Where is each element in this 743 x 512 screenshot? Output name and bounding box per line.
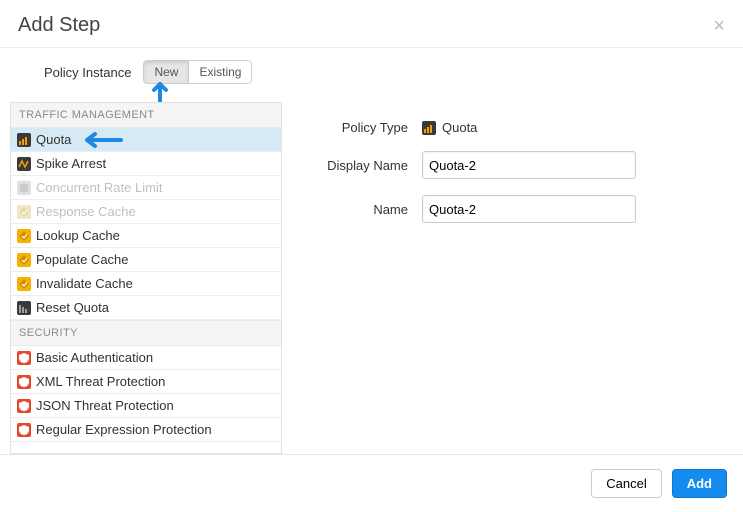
name-input[interactable] bbox=[422, 195, 636, 223]
add-step-modal: Add Step × Policy Instance New Existing … bbox=[0, 0, 743, 512]
policy-item-basic-authentication[interactable]: Basic Authentication bbox=[11, 346, 281, 370]
cancel-button[interactable]: Cancel bbox=[591, 469, 661, 498]
modal-title: Add Step bbox=[18, 14, 713, 37]
modal-header: Add Step × bbox=[0, 0, 743, 48]
policy-item-label: Regular Expression Protection bbox=[36, 422, 212, 437]
policy-item-label: Invalidate Cache bbox=[36, 276, 133, 291]
policy-item-quota[interactable]: Quota bbox=[11, 128, 281, 152]
policy-item-label: Spike Arrest bbox=[36, 156, 106, 171]
policy-list: TRAFFIC MANAGEMENT Quota Spike Arrest Co… bbox=[10, 102, 282, 454]
regular-expression-protection-icon bbox=[17, 423, 31, 437]
toggle-new-button[interactable]: New bbox=[143, 60, 189, 84]
section-security: SECURITY bbox=[11, 320, 281, 346]
policy-form: Policy Type Quota Display Name Name bbox=[282, 102, 733, 454]
display-name-label: Display Name bbox=[312, 158, 408, 173]
spike-arrest-icon bbox=[17, 157, 31, 171]
policy-item-populate-cache[interactable]: Populate Cache bbox=[11, 248, 281, 272]
basic-authentication-icon bbox=[17, 351, 31, 365]
policy-item-label: Concurrent Rate Limit bbox=[36, 180, 162, 195]
invalidate-cache-icon bbox=[17, 277, 31, 291]
policy-item-label: Response Cache bbox=[36, 204, 136, 219]
policy-item-invalidate-cache[interactable]: Invalidate Cache bbox=[11, 272, 281, 296]
policy-type-label: Policy Type bbox=[312, 120, 408, 135]
section-traffic-management: TRAFFIC MANAGEMENT bbox=[11, 103, 281, 128]
policy-item-concurrent-rate-limit: Concurrent Rate Limit bbox=[11, 176, 281, 200]
quota-icon bbox=[17, 133, 31, 147]
annotation-arrow-quota bbox=[81, 131, 125, 149]
policy-item-spike-arrest[interactable]: Spike Arrest bbox=[11, 152, 281, 176]
policy-item-label: XML Threat Protection bbox=[36, 374, 165, 389]
policy-item-label: Basic Authentication bbox=[36, 350, 153, 365]
policy-item-regular-expression-protection[interactable]: Regular Expression Protection bbox=[11, 418, 281, 442]
populate-cache-icon bbox=[17, 253, 31, 267]
policy-instance-toggle: New Existing bbox=[143, 60, 252, 84]
modal-body: TRAFFIC MANAGEMENT Quota Spike Arrest Co… bbox=[0, 102, 743, 454]
response-cache-icon bbox=[17, 205, 31, 219]
policy-instance-label: Policy Instance bbox=[44, 65, 131, 80]
policy-item-lookup-cache[interactable]: Lookup Cache bbox=[11, 224, 281, 248]
policy-type-value: Quota bbox=[442, 120, 477, 135]
lookup-cache-icon bbox=[17, 229, 31, 243]
toggle-existing-button[interactable]: Existing bbox=[189, 60, 252, 84]
quota-icon bbox=[422, 121, 436, 135]
policy-item-response-cache: Response Cache bbox=[11, 200, 281, 224]
concurrent-rate-limit-icon bbox=[17, 181, 31, 195]
policy-instance-toggle-row: Policy Instance New Existing bbox=[0, 48, 743, 102]
policy-item-label: Lookup Cache bbox=[36, 228, 120, 243]
reset-quota-icon bbox=[17, 301, 31, 315]
row-policy-type: Policy Type Quota bbox=[312, 120, 729, 135]
policy-item-label: Quota bbox=[36, 132, 71, 147]
policy-item-json-threat-protection[interactable]: JSON Threat Protection bbox=[11, 394, 281, 418]
modal-footer: Cancel Add bbox=[0, 454, 743, 512]
policy-item-label: JSON Threat Protection bbox=[36, 398, 174, 413]
policy-item-reset-quota[interactable]: Reset Quota bbox=[11, 296, 281, 320]
row-display-name: Display Name bbox=[312, 151, 729, 179]
row-name: Name bbox=[312, 195, 729, 223]
display-name-input[interactable] bbox=[422, 151, 636, 179]
name-label: Name bbox=[312, 202, 408, 217]
json-threat-protection-icon bbox=[17, 399, 31, 413]
close-icon[interactable]: × bbox=[713, 16, 725, 36]
policy-item-label: Reset Quota bbox=[36, 300, 109, 315]
policy-item-label: Populate Cache bbox=[36, 252, 129, 267]
policy-item-xml-threat-protection[interactable]: XML Threat Protection bbox=[11, 370, 281, 394]
xml-threat-protection-icon bbox=[17, 375, 31, 389]
add-button[interactable]: Add bbox=[672, 469, 727, 498]
